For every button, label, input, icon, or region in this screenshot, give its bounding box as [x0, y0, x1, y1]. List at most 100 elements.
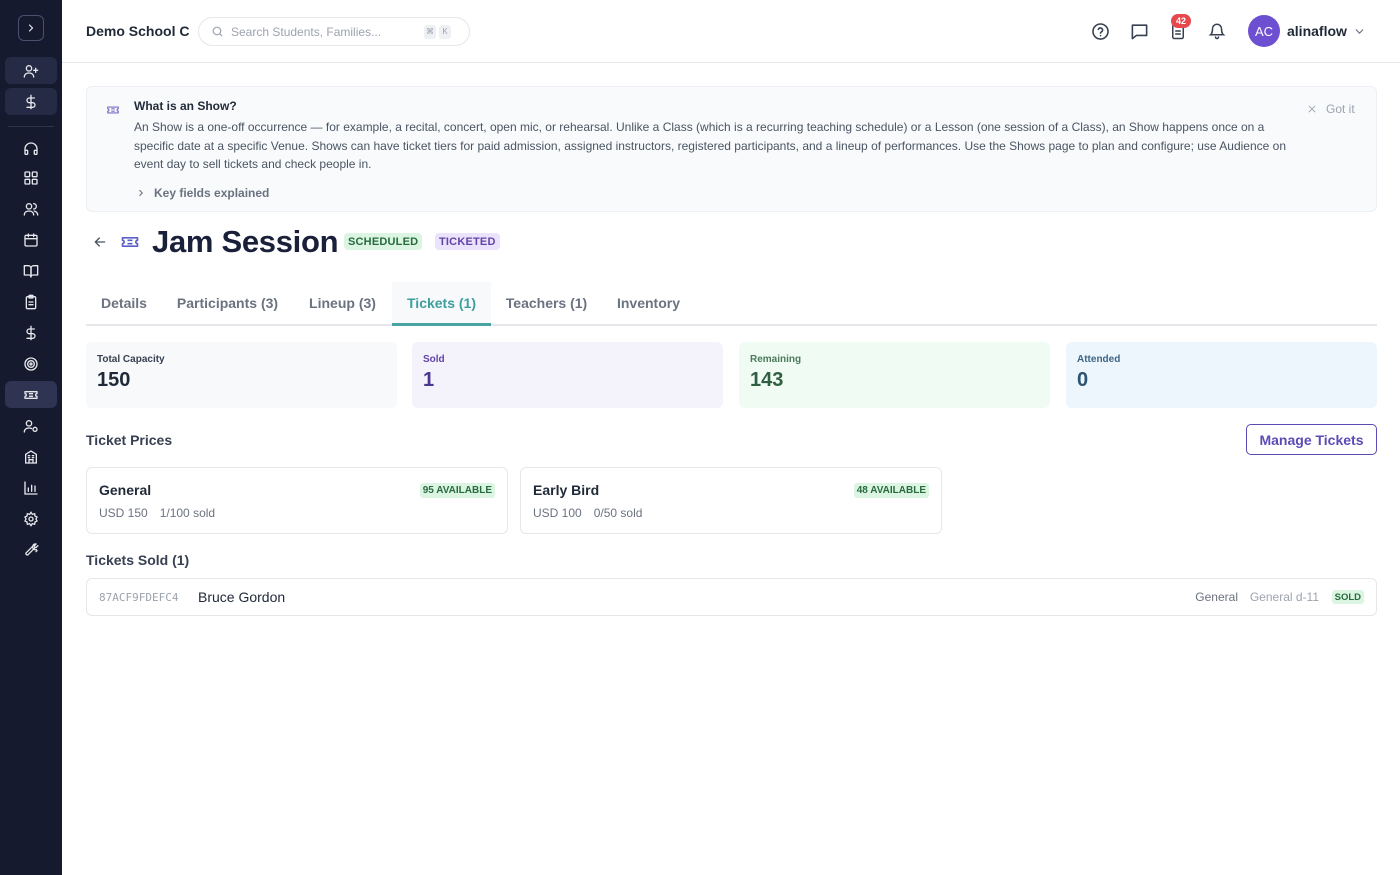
ticket-tier-card[interactable]: General 95 AVAILABLE USD 150 1/100 sold	[86, 467, 508, 534]
ticket-icon	[120, 232, 140, 252]
ticket-icon	[106, 103, 120, 117]
stat-label: Attended	[1077, 354, 1121, 365]
sidebar-toggle-button[interactable]	[18, 15, 44, 41]
headset-icon	[24, 141, 38, 155]
user-cog-icon	[23, 419, 38, 433]
shortcut-key-k: K	[439, 24, 451, 39]
top-bar: Demo School C ⌘ K 42 AC alinaflow	[62, 0, 1400, 63]
tab-details[interactable]: Details	[86, 282, 162, 324]
tab-tickets[interactable]: Tickets (1)	[392, 282, 491, 326]
user-menu-chevron[interactable]	[1353, 25, 1366, 38]
sidebar-item-attendance[interactable]	[5, 288, 57, 315]
sidebar-item-tools[interactable]	[5, 536, 57, 563]
close-icon	[1308, 105, 1316, 113]
stat-label: Remaining	[750, 354, 802, 365]
tickets-sold-heading: Tickets Sold (1)	[86, 552, 190, 568]
search-box[interactable]: ⌘ K	[198, 17, 470, 46]
sidebar	[0, 0, 62, 875]
tab-bar: Details Participants (3) Lineup (3) Tick…	[86, 282, 1377, 326]
avatar[interactable]: AC	[1248, 15, 1280, 47]
target-icon	[24, 356, 38, 371]
bar-chart-icon	[24, 480, 38, 495]
tier-sold: 0/50 sold	[593, 506, 643, 520]
arrow-left-icon	[94, 237, 106, 247]
message-square-icon	[1131, 23, 1147, 39]
sidebar-item-add-student[interactable]	[5, 57, 57, 84]
chevron-down-icon	[1355, 29, 1364, 34]
book-open-icon	[23, 264, 39, 278]
ticket-tier: General	[1195, 590, 1238, 604]
stat-sold: Sold 1	[412, 342, 723, 408]
key-fields-expander[interactable]: Key fields explained	[136, 186, 269, 200]
status-badge: SOLD	[1331, 590, 1364, 604]
help-circle-icon	[1091, 22, 1109, 40]
tier-sold: 1/100 sold	[159, 506, 216, 520]
tier-name: General	[99, 482, 152, 498]
tier-available-badge: 48 AVAILABLE	[853, 483, 929, 498]
sidebar-item-billing[interactable]	[5, 319, 57, 346]
notifications-button[interactable]	[1206, 20, 1228, 42]
gear-icon	[24, 510, 38, 527]
stat-label: Sold	[423, 354, 445, 365]
sidebar-item-support[interactable]	[5, 135, 57, 162]
info-banner-body: An Show is a one-off occurrence — for ex…	[134, 120, 1286, 171]
dollar-icon	[26, 325, 36, 340]
ticket-icon	[24, 390, 38, 399]
manage-tickets-button[interactable]: Manage Tickets	[1246, 424, 1377, 455]
stat-value: 143	[750, 369, 784, 391]
sidebar-item-people[interactable]	[5, 195, 57, 222]
tab-lineup[interactable]: Lineup (3)	[293, 282, 392, 324]
username[interactable]: alinaflow	[1287, 23, 1347, 39]
building-icon	[25, 449, 37, 464]
sidebar-item-settings[interactable]	[5, 505, 57, 532]
clipboard-icon	[25, 294, 37, 309]
tab-teachers[interactable]: Teachers (1)	[491, 282, 602, 324]
notification-count-badge: 42	[1171, 14, 1191, 28]
dismiss-banner-button[interactable]: Got it	[1307, 102, 1355, 116]
dashboard-grid-icon	[24, 170, 38, 185]
tab-participants[interactable]: Participants (3)	[162, 282, 293, 324]
sidebar-divider	[8, 126, 54, 127]
chevron-right-icon	[28, 24, 34, 32]
info-banner: What is an Show? An Show is a one-off oc…	[86, 86, 1377, 212]
tab-inventory[interactable]: Inventory	[602, 282, 695, 324]
key-fields-label: Key fields explained	[154, 186, 270, 200]
ticket-seat: General d-11	[1249, 590, 1319, 604]
ticket-tier-card[interactable]: Early Bird 48 AVAILABLE USD 100 0/50 sol…	[520, 467, 942, 534]
ticket-id: 87ACF9FDEFC4	[99, 591, 179, 604]
ticket-prices-heading: Ticket Prices	[86, 432, 173, 448]
bell-icon	[1208, 23, 1226, 40]
dismiss-banner-label: Got it	[1326, 102, 1355, 116]
user-plus-icon	[23, 64, 39, 78]
page-title: Jam Session	[152, 224, 339, 259]
sidebar-item-shows[interactable]	[5, 381, 57, 408]
sidebar-item-calendar[interactable]	[5, 226, 57, 253]
status-badge: SCHEDULED	[344, 233, 423, 250]
info-banner-title: What is an Show?	[134, 99, 237, 113]
sidebar-item-reports[interactable]	[5, 474, 57, 501]
tier-price: USD 100	[533, 506, 582, 520]
sidebar-item-staff[interactable]	[5, 412, 57, 439]
messages-button[interactable]	[1128, 20, 1150, 42]
type-badge: TICKETED	[435, 233, 500, 250]
dollar-icon	[26, 94, 36, 109]
wrench-icon	[25, 542, 39, 556]
table-row[interactable]: 87ACF9FDEFC4 Bruce Gordon General Genera…	[86, 578, 1377, 616]
school-name[interactable]: Demo School C	[86, 23, 189, 39]
stat-total-capacity: Total Capacity 150	[86, 342, 397, 408]
shortcut-key-cmd: ⌘	[424, 24, 436, 39]
sidebar-item-venues[interactable]	[5, 443, 57, 470]
search-input[interactable]	[231, 24, 421, 39]
calendar-icon	[24, 232, 38, 247]
sidebar-item-payments[interactable]	[5, 88, 57, 115]
chevron-right-icon	[139, 189, 144, 197]
search-icon	[212, 26, 223, 37]
back-button[interactable]	[92, 234, 108, 250]
tier-name: Early Bird	[533, 482, 600, 498]
stat-value: 150	[97, 369, 131, 391]
sidebar-item-dashboard[interactable]	[5, 164, 57, 191]
stat-value: 1	[423, 369, 435, 391]
help-button[interactable]	[1089, 20, 1111, 42]
sidebar-item-courses[interactable]	[5, 257, 57, 284]
sidebar-item-goals[interactable]	[5, 350, 57, 377]
